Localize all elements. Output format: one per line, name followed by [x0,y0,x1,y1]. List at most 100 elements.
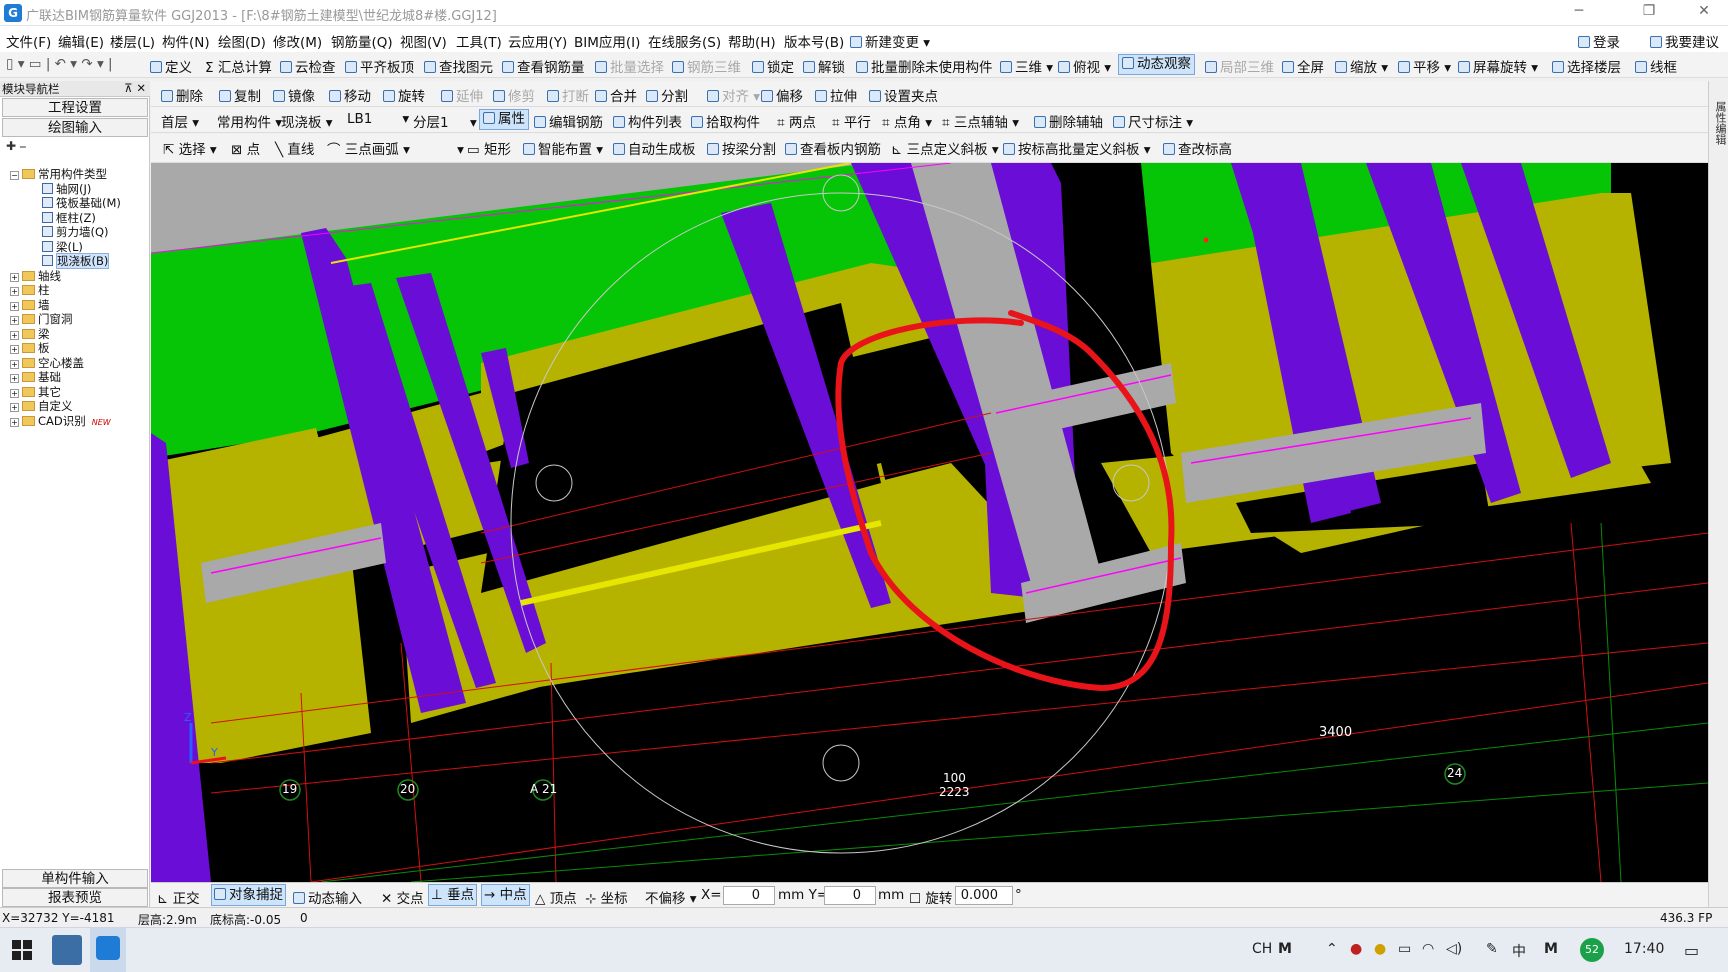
ime-ch[interactable]: CH [1252,941,1272,957]
tree-item[interactable]: 轴网(J) [42,182,91,196]
restore-button[interactable]: ❐ [1635,3,1663,19]
taskbar-app-icon-1[interactable] [52,935,82,965]
align-button[interactable]: 对齐 ▾ [707,85,760,105]
tree-item[interactable]: + 基础 [10,371,61,384]
copy-button[interactable]: 复制 [219,85,261,105]
ime-m2[interactable]: M [1544,941,1558,957]
three-point-axis-button[interactable]: ⌗ 三点辅轴 ▾ [942,111,1019,131]
rotate-checkbox[interactable]: ☐ 旋转 [909,887,952,907]
3d-view-button[interactable]: 三维 ▾ [1000,56,1053,76]
tree-item[interactable]: 筏板基础(M) [42,197,121,210]
top-view-button[interactable]: 俯视 ▾ [1058,56,1111,76]
edit-elevation-button[interactable]: 查改标高 [1163,138,1232,158]
tree-expand-icon[interactable]: + [10,287,19,296]
split-button[interactable]: 分割 [646,85,688,105]
tray-app-icon[interactable]: ● [1350,941,1362,957]
tray-up-arrow-icon[interactable]: ⌃ [1326,941,1338,957]
tree-expand-icon[interactable]: + [10,316,19,325]
close-button[interactable]: ✕ [1690,3,1718,19]
tree-expand-icon[interactable]: + [10,388,19,398]
split-by-beam-button[interactable]: 按梁分割 [707,138,776,158]
tree-item[interactable]: + 空心楼盖 [10,356,84,370]
tree-item[interactable]: + 柱 [10,284,50,297]
move-button[interactable]: 移动 [329,85,371,105]
mirror-button[interactable]: 镜像 [273,85,315,105]
object-snap-toggle[interactable]: 对象捕捉 [211,884,286,906]
menu-cloud[interactable]: 云应用(Y) [508,31,567,51]
zoom-button[interactable]: 缩放 ▾ [1335,56,1388,76]
minimize-button[interactable]: ─ [1565,3,1593,19]
tree-item[interactable]: 剪力墙(Q) [42,226,109,239]
pen-icon[interactable]: ✎ [1486,941,1498,957]
edit-rebar-button[interactable]: 编辑钢筋 [534,111,603,131]
properties-button[interactable]: 属性 [479,109,529,130]
dynamic-orbit-button[interactable]: 动态观察 [1118,54,1195,75]
define-button[interactable]: 定义 [150,56,192,76]
category-select[interactable]: 常用构件 ▾ [217,111,282,131]
delete-aux-axis-button[interactable]: 删除辅轴 [1034,111,1103,131]
batch-slope-button[interactable]: 按标高批量定义斜板 ▾ [1003,138,1151,158]
wifi-icon[interactable]: ◠ [1422,941,1434,957]
two-point-axis-button[interactable]: ⌗ 两点 [777,111,816,131]
clock-time[interactable]: 17:40 [1624,941,1664,957]
vertex-snap[interactable]: △ 顶点 [535,887,577,907]
new-file-icon[interactable]: ▯ ▾ ▭ | ↶ ▾ ↷ ▾ | [6,56,113,72]
point-angle-button[interactable]: ⌗ 点角 ▾ [882,111,932,131]
tree-item[interactable]: + 自定义 [10,400,73,413]
offset-mode-select[interactable]: 不偏移 ▾ [645,887,697,907]
intersection-snap[interactable]: ✕ 交点 [381,887,424,907]
menu-draw[interactable]: 绘图(D) [218,31,266,51]
action-center-icon[interactable]: ▭ [1684,941,1699,960]
report-preview-button[interactable]: 报表预览 [2,888,148,907]
login-button[interactable]: 登录 [1578,31,1620,51]
summary-calc-button[interactable]: Σ 汇总计算 [205,56,272,76]
menu-bim[interactable]: BIM应用(I) [574,31,640,51]
pan-button[interactable]: 平移 ▾ [1398,56,1451,76]
menu-help[interactable]: 帮助(H) [728,31,776,51]
volume-icon[interactable]: ◁) [1446,941,1462,957]
batch-select-button[interactable]: 批量选择 [595,56,664,76]
tree-expand-icon[interactable]: + [10,301,19,311]
taskbar-app-ggj-active[interactable] [90,928,126,972]
menu-file[interactable]: 文件(F) [6,31,51,51]
layer-select[interactable]: 分层1 ▾ [413,111,477,131]
panel-pin-close-icon[interactable]: ⊼ ✕ [124,81,146,95]
tree-item[interactable]: + 门窗洞 [10,313,73,326]
select-floor-button[interactable]: 选择楼层 [1552,56,1621,76]
auto-generate-slab-button[interactable]: 自动生成板 [613,138,696,158]
menu-view[interactable]: 视图(V) [400,31,447,51]
component-select[interactable]: LB1 ▾ [347,111,409,127]
menu-rebar[interactable]: 钢筋量(Q) [331,31,393,51]
pick-component-button[interactable]: 拾取构件 [691,111,760,131]
line-button[interactable]: ╲ 直线 [275,138,314,158]
menu-online[interactable]: 在线服务(S) [648,31,721,51]
menu-new-change[interactable]: 新建变更 ▾ [850,31,930,51]
three-point-slope-button[interactable]: ⊾ 三点定义斜板 ▾ [891,138,999,158]
unlock-button[interactable]: 解锁 [803,56,845,76]
tree-expand-icon[interactable]: + [10,374,19,383]
tree-expand-icon[interactable]: + [10,345,19,354]
merge-button[interactable]: 合并 [595,85,637,105]
ortho-toggle[interactable]: ⊾ 正交 [157,887,200,907]
menu-component[interactable]: 构件(N) [162,31,210,51]
tree-expand-icon[interactable]: + [10,403,19,412]
coordinate-snap[interactable]: ⊹ 坐标 [585,887,628,907]
properties-side-tab[interactable]: 属性编辑 [1708,81,1728,907]
tree-expand-icon[interactable]: + [10,272,19,282]
menu-modify[interactable]: 修改(M) [273,31,322,51]
view-rebar-qty-button[interactable]: 查看钢筋量 [502,56,585,76]
dynamic-input-toggle[interactable]: 动态输入 [293,887,362,907]
menu-floor[interactable]: 楼层(L) [110,31,155,51]
x-input[interactable]: 0 [723,886,775,905]
drawing-canvas[interactable]: 19 20 A 21 100 2223 24 3400 Z Y [151,163,1708,882]
suggest-button[interactable]: 我要建议 [1650,31,1719,51]
offset-button[interactable]: 偏移 [761,85,803,105]
find-element-button[interactable]: 查找图元 [424,56,493,76]
tree-item[interactable]: − 常用构件类型 [10,168,107,181]
rotate-input[interactable]: 0.000 [955,886,1013,905]
lock-button[interactable]: 锁定 [752,56,794,76]
three-point-arc-button[interactable]: ⌒ 三点画弧 ▾ ▾ [327,138,464,158]
rectangle-button[interactable]: ▭ 矩形 [467,138,511,158]
view-slab-rebar-button[interactable]: 查看板内钢筋 [785,138,881,158]
screen-rotate-button[interactable]: 屏幕旋转 ▾ [1458,56,1538,76]
